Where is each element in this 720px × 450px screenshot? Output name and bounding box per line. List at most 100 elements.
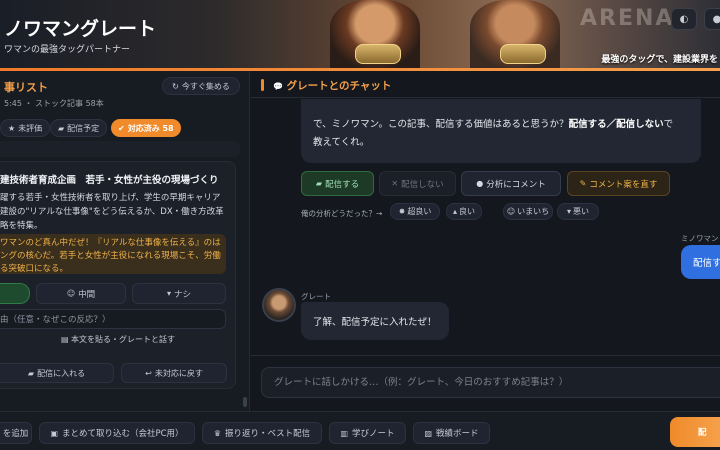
chat-title-text: グレートとのチャット [286, 80, 392, 92]
app-subtitle: ワマンの最強タッグパートナー [4, 45, 131, 55]
scrollbar[interactable] [243, 397, 247, 407]
review-label: 振り返り・ベスト配信 [225, 429, 311, 439]
gear-icon: ● [712, 13, 720, 25]
bulk-import-button[interactable]: ▣ まとめて取り込む（会社PC用） [39, 422, 195, 444]
chart-up-icon: ▨ [424, 428, 433, 438]
avatar [262, 288, 296, 322]
sparkle-icon: ✸ [398, 207, 406, 216]
star-icon: ★ [8, 123, 16, 133]
revert-button[interactable]: ↩ 未対応に戻す [121, 363, 227, 383]
arena-text: ARENA [580, 6, 675, 31]
panel-meta: 5:45 ・ ストック記事 58本 [4, 99, 104, 108]
bot-message: 了解、配信予定に入れたぜ！ [301, 302, 449, 340]
publish-label: 配信する [325, 179, 360, 190]
message-bold: 配信する／配信しない [568, 119, 664, 130]
filter-label: 配信予定 [67, 123, 100, 133]
inbox-icon: ▣ [50, 428, 58, 438]
filter-label: 未評価 [18, 123, 43, 133]
message-text: で、ミノワマン。この記事、配信する価値はあると思うか？ [313, 119, 569, 130]
feedback-meh-button[interactable]: ☺ いまいち [503, 203, 553, 220]
primary-action-label: 配 [698, 428, 707, 438]
palette-icon: ◐ [679, 13, 689, 25]
filter-scheduled[interactable]: ▰ 配信予定 [50, 119, 108, 137]
revert-label: 未対応に戻す [154, 368, 203, 378]
notes-button[interactable]: ▥ 学びノート [329, 422, 406, 444]
comment-analysis-button[interactable]: ● 分析にコメント [461, 171, 561, 196]
feedback-great-button[interactable]: ✸ 超良い [390, 203, 440, 220]
article-list-panel: 事リスト 5:45 ・ ストック記事 58本 ↻ 今すぐ集める ★ 未評価 ▰ … [0, 71, 250, 411]
accent-bar [261, 79, 264, 91]
feedback-label-text: 良い [459, 207, 475, 216]
message-text: 教えてくれ。 [313, 137, 370, 148]
add-button[interactable]: を追加 [0, 422, 32, 444]
palette-button[interactable]: ◐ [671, 8, 697, 30]
tagline: 最強のタッグで、建設業界を [601, 55, 718, 65]
collect-now-button[interactable]: ↻ 今すぐ集める [162, 77, 240, 95]
schedule-label: 配信に入れる [37, 368, 86, 378]
add-label: を追加 [2, 429, 29, 439]
document-icon: ▤ [60, 335, 69, 344]
thumbs-up-icon: ▴ [452, 207, 457, 216]
settings-button[interactable]: ● [704, 8, 720, 30]
thumbs-down-icon: ▾ [566, 207, 571, 216]
rating-yes-button[interactable] [0, 283, 30, 304]
paste-body-label: 本文を貼る・グレートと話す [71, 335, 176, 344]
fix-comment-button[interactable]: ✎ コメント案を直す [567, 171, 670, 196]
publish-button[interactable]: ▰ 配信する [301, 171, 374, 196]
chat-input[interactable]: グレートに話しかける…（例：グレート、今日のおすすめ記事は？） [261, 367, 720, 398]
record-board-label: 戦績ボード [436, 429, 479, 439]
great-comment: ワマンのど真ん中だぜ！『リアルな仕事像を伝える』のはングの核心だ。若手と女性が主… [0, 234, 226, 274]
paste-body-button[interactable]: ▤ 本文を貼る・グレートと話す [0, 332, 236, 348]
primary-action-button[interactable]: 配 [670, 417, 720, 447]
check-icon: ✔ [118, 123, 125, 133]
refresh-icon: ↻ [172, 81, 179, 91]
feedback-label-text: いまいち [517, 207, 550, 216]
chart-icon: ▥ [340, 428, 349, 438]
record-board-button[interactable]: ▨ 戦績ボード [413, 422, 490, 444]
speech-bubble-icon: ● [476, 179, 484, 188]
pencil-icon: ✎ [579, 179, 587, 188]
filter-done[interactable]: ✔ 対応済み 58 [111, 119, 181, 137]
chat-header: 💬 グレートとのチャット [251, 71, 720, 98]
chat-title: 💬 グレートとのチャット [273, 78, 391, 93]
bottom-toolbar: を追加 ▣ まとめて取り込む（会社PC用） ♛ 振り返り・ベスト配信 ▥ 学びノート … [0, 411, 720, 450]
article-summary: 躍する若手・女性技術者を取り上げ、学生の早期キャリア建設の"リアルな仕事像"をど… [0, 193, 224, 231]
user-message: 配信す [681, 245, 720, 279]
megaphone-icon: ▰ [27, 368, 35, 378]
reason-input[interactable]: 由（任意・なぜこの反応？） [0, 309, 226, 329]
message-text: で [663, 119, 674, 130]
undo-icon: ↩ [145, 368, 152, 378]
rating-no-button[interactable]: ▾ ナシ [132, 283, 226, 304]
no-publish-label: 配信しない [401, 179, 444, 190]
thinking-face-icon: ☺ [66, 289, 76, 298]
filter-unrated[interactable]: ★ 未評価 [0, 119, 51, 137]
close-icon: ✕ [391, 179, 399, 188]
collect-now-label: 今すぐ集める [181, 81, 230, 91]
rating-mid-label: 中間 [78, 289, 96, 300]
feedback-good-button[interactable]: ▴ 良い [446, 203, 482, 220]
list-item-collapsed[interactable] [0, 141, 240, 157]
chat-panel: 💬 グレートとのチャット で、ミノワマン。この記事、配信する価値はあると思うか？… [251, 71, 720, 411]
filter-label: 対応済み 58 [127, 123, 174, 133]
panel-title: 事リスト [4, 81, 48, 94]
schedule-button[interactable]: ▰ 配信に入れる [0, 363, 114, 383]
megaphone-icon: ▰ [315, 179, 323, 188]
feedback-label-text: 超良い [407, 207, 432, 216]
review-button[interactable]: ♛ 振り返り・ベスト配信 [202, 422, 322, 444]
header-banner: ARENA ノワマングレート ワマンの最強タッグパートナー 最強のタッグで、建設… [0, 0, 720, 68]
speech-bubble-icon: 💬 [273, 82, 283, 91]
belt-illustration [500, 44, 546, 64]
feedback-label-text: 悪い [573, 207, 589, 216]
comment-analysis-label: 分析にコメント [486, 179, 546, 190]
megaphone-icon: ▰ [58, 123, 65, 133]
bot-name: グレート [301, 292, 331, 301]
rating-no-label: ナシ [174, 289, 192, 300]
no-publish-button[interactable]: ✕ 配信しない [379, 171, 456, 196]
fix-comment-label: コメント案を直す [589, 179, 658, 190]
meh-face-icon: ☺ [506, 207, 516, 216]
thumbs-down-icon: ▾ [166, 289, 171, 298]
chat-input-area: グレートに話しかける…（例：グレート、今日のおすすめ記事は？） [251, 355, 720, 411]
feedback-bad-button[interactable]: ▾ 悪い [557, 203, 599, 220]
app-title: ノワマングレート [4, 18, 157, 40]
rating-mid-button[interactable]: ☺ 中間 [36, 283, 126, 304]
